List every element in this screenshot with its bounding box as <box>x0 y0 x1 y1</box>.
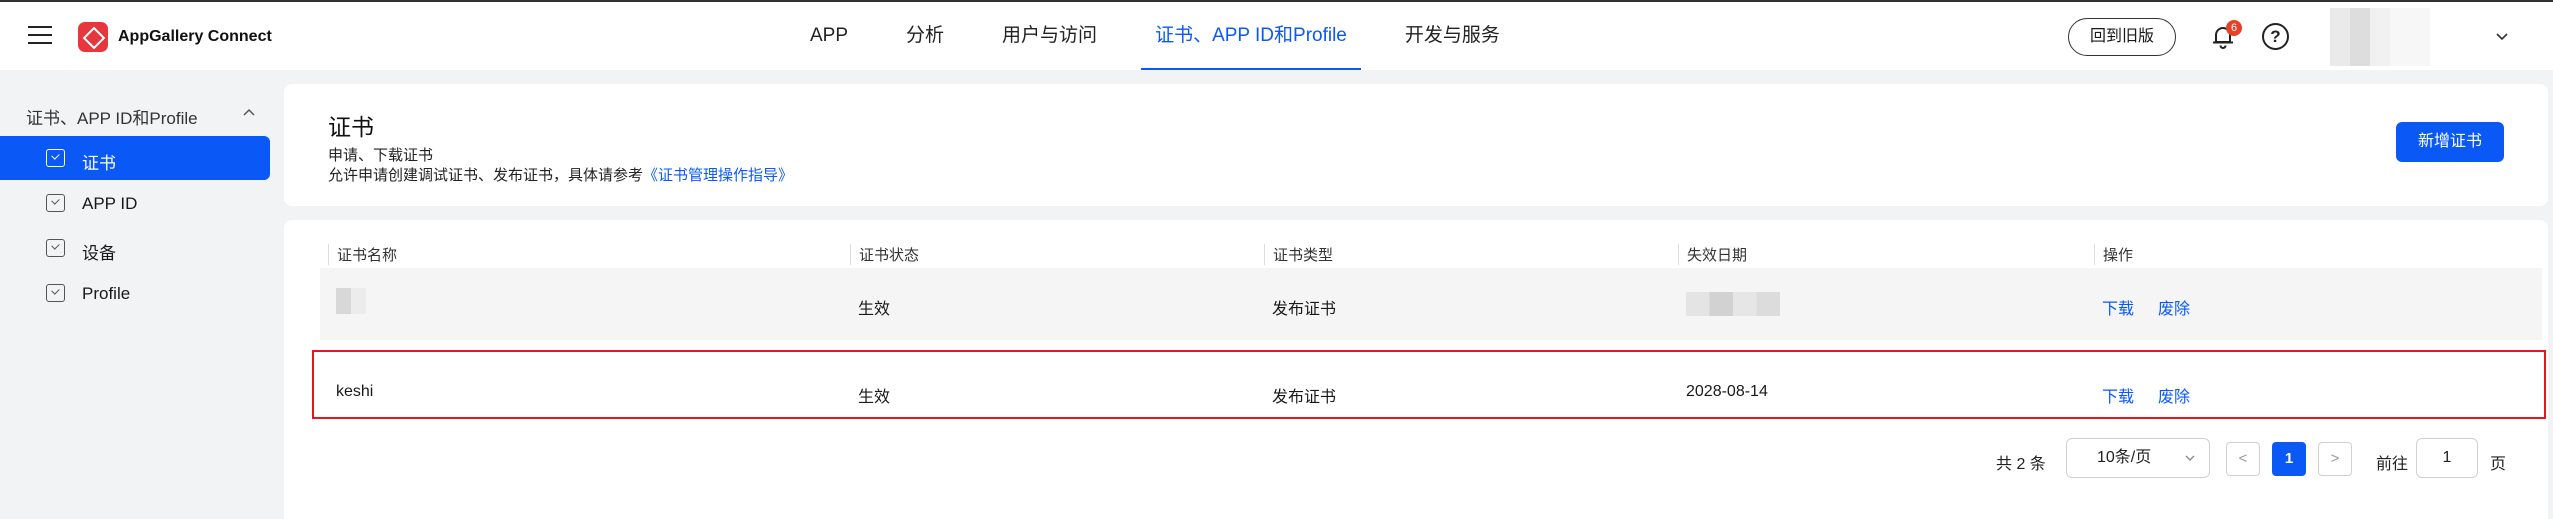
goto-page-input[interactable] <box>2416 438 2478 478</box>
nav-dev-services[interactable]: 开发与服务 <box>1405 2 1500 70</box>
certificate-header-card: 证书 申请、下载证书 允许申请创建调试证书、发布证书，具体请参考《证书管理操作指… <box>284 84 2548 206</box>
page-size-select[interactable]: 10条/页 <box>2066 438 2210 478</box>
chevron-down-icon[interactable] <box>2494 28 2510 44</box>
app-name: AppGallery Connect <box>118 28 272 45</box>
certificate-guide-link[interactable]: 《证书管理操作指导》 <box>643 167 793 184</box>
download-link-text[interactable]: 下载 <box>2102 389 2134 406</box>
chevron-up-icon <box>243 108 255 116</box>
nav-certificates[interactable]: 证书、APP ID和Profile <box>1141 2 1361 70</box>
download-link[interactable]: 下载 <box>2102 383 2134 407</box>
page-1-button[interactable]: 1 <box>2272 442 2306 476</box>
menu-icon[interactable] <box>28 26 52 46</box>
revoke-link-text[interactable]: 废除 <box>2158 389 2190 406</box>
page-size-value: 10条/页 <box>2097 449 2152 466</box>
user-avatar[interactable] <box>2330 8 2430 66</box>
nav-users-access[interactable]: 用户与访问 <box>1002 2 1097 70</box>
description-text: 允许申请创建调试证书、发布证书，具体请参考 <box>328 167 644 184</box>
column-header-name: 证书名称 <box>328 244 397 265</box>
page-suffix: 页 <box>2490 456 2507 473</box>
appgallery-logo-icon <box>78 22 108 52</box>
certificate-status: 生效 <box>858 389 891 406</box>
certificate-icon <box>46 149 65 167</box>
nav-analytics[interactable]: 分析 <box>906 2 944 70</box>
chevron-down-icon <box>2185 455 2195 461</box>
notification-badge: 6 <box>2226 20 2242 36</box>
sidebar-item-app-id[interactable]: APP ID <box>0 181 270 225</box>
pagination-total: 共 2 条 <box>1996 456 2046 473</box>
sidebar-item-devices[interactable]: 设备 <box>0 226 270 270</box>
revoke-link-text[interactable]: 废除 <box>2158 301 2190 318</box>
table-row: keshi 生效 发布证书 2028-08-14 下载 废除 <box>320 356 2542 428</box>
help-icon[interactable]: ? <box>2262 23 2289 50</box>
pagination: 共 2 条 10条/页 < 1 > 前往 页 <box>0 438 2553 478</box>
sidebar-group-label: 证书、APP ID和Profile <box>26 109 198 128</box>
certificate-type: 发布证书 <box>1272 301 1337 318</box>
sidebar-item-label: APP ID <box>82 194 138 213</box>
add-certificate-button[interactable]: 新增证书 <box>2396 122 2504 162</box>
next-page-button[interactable]: > <box>2318 442 2352 476</box>
top-nav: APP 分析 用户与访问 证书、APP ID和Profile 开发与服务 <box>810 2 1558 70</box>
column-header-actions: 操作 <box>2094 244 2133 265</box>
revoke-link[interactable]: 废除 <box>2158 383 2190 407</box>
revoke-link[interactable]: 废除 <box>2158 295 2190 319</box>
back-to-old-version-button[interactable]: 回到旧版 <box>2068 18 2176 56</box>
page-subtitle: 申请、下载证书 <box>328 147 434 164</box>
table-row: 生效 发布证书 下载 废除 <box>320 268 2542 340</box>
sidebar-item-label: 证书 <box>82 154 116 173</box>
certificate-expiry <box>1686 292 1780 316</box>
certificate-name <box>336 288 366 314</box>
download-link[interactable]: 下载 <box>2102 295 2134 319</box>
nav-app[interactable]: APP <box>810 2 848 70</box>
certificate-type: 发布证书 <box>1272 389 1337 406</box>
download-link-text[interactable]: 下载 <box>2102 301 2134 318</box>
certificate-status: 生效 <box>858 301 891 318</box>
profile-icon <box>46 284 65 302</box>
sidebar-item-profile[interactable]: Profile <box>0 271 270 315</box>
sidebar-group-certificates[interactable]: 证书、APP ID和Profile <box>26 104 256 129</box>
page-description: 允许申请创建调试证书、发布证书，具体请参考《证书管理操作指导》 <box>328 164 793 185</box>
column-header-expiry: 失效日期 <box>1678 244 1747 265</box>
certificate-expiry: 2028-08-14 <box>1686 383 1768 400</box>
column-header-type: 证书类型 <box>1264 244 1333 265</box>
sidebar-item-label: 设备 <box>82 244 116 263</box>
page-title: 证书 <box>328 114 374 140</box>
prev-page-button[interactable]: < <box>2226 442 2260 476</box>
column-header-status: 证书状态 <box>850 244 919 265</box>
sidebar-item-certificates[interactable]: 证书 <box>0 136 270 180</box>
sidebar-item-label: Profile <box>82 284 131 303</box>
device-icon <box>46 239 65 257</box>
certificate-name: keshi <box>336 383 374 400</box>
app-id-icon <box>46 194 65 212</box>
top-bar: AppGallery Connect APP 分析 用户与访问 证书、APP I… <box>0 0 2553 70</box>
goto-label: 前往 <box>2376 456 2409 473</box>
